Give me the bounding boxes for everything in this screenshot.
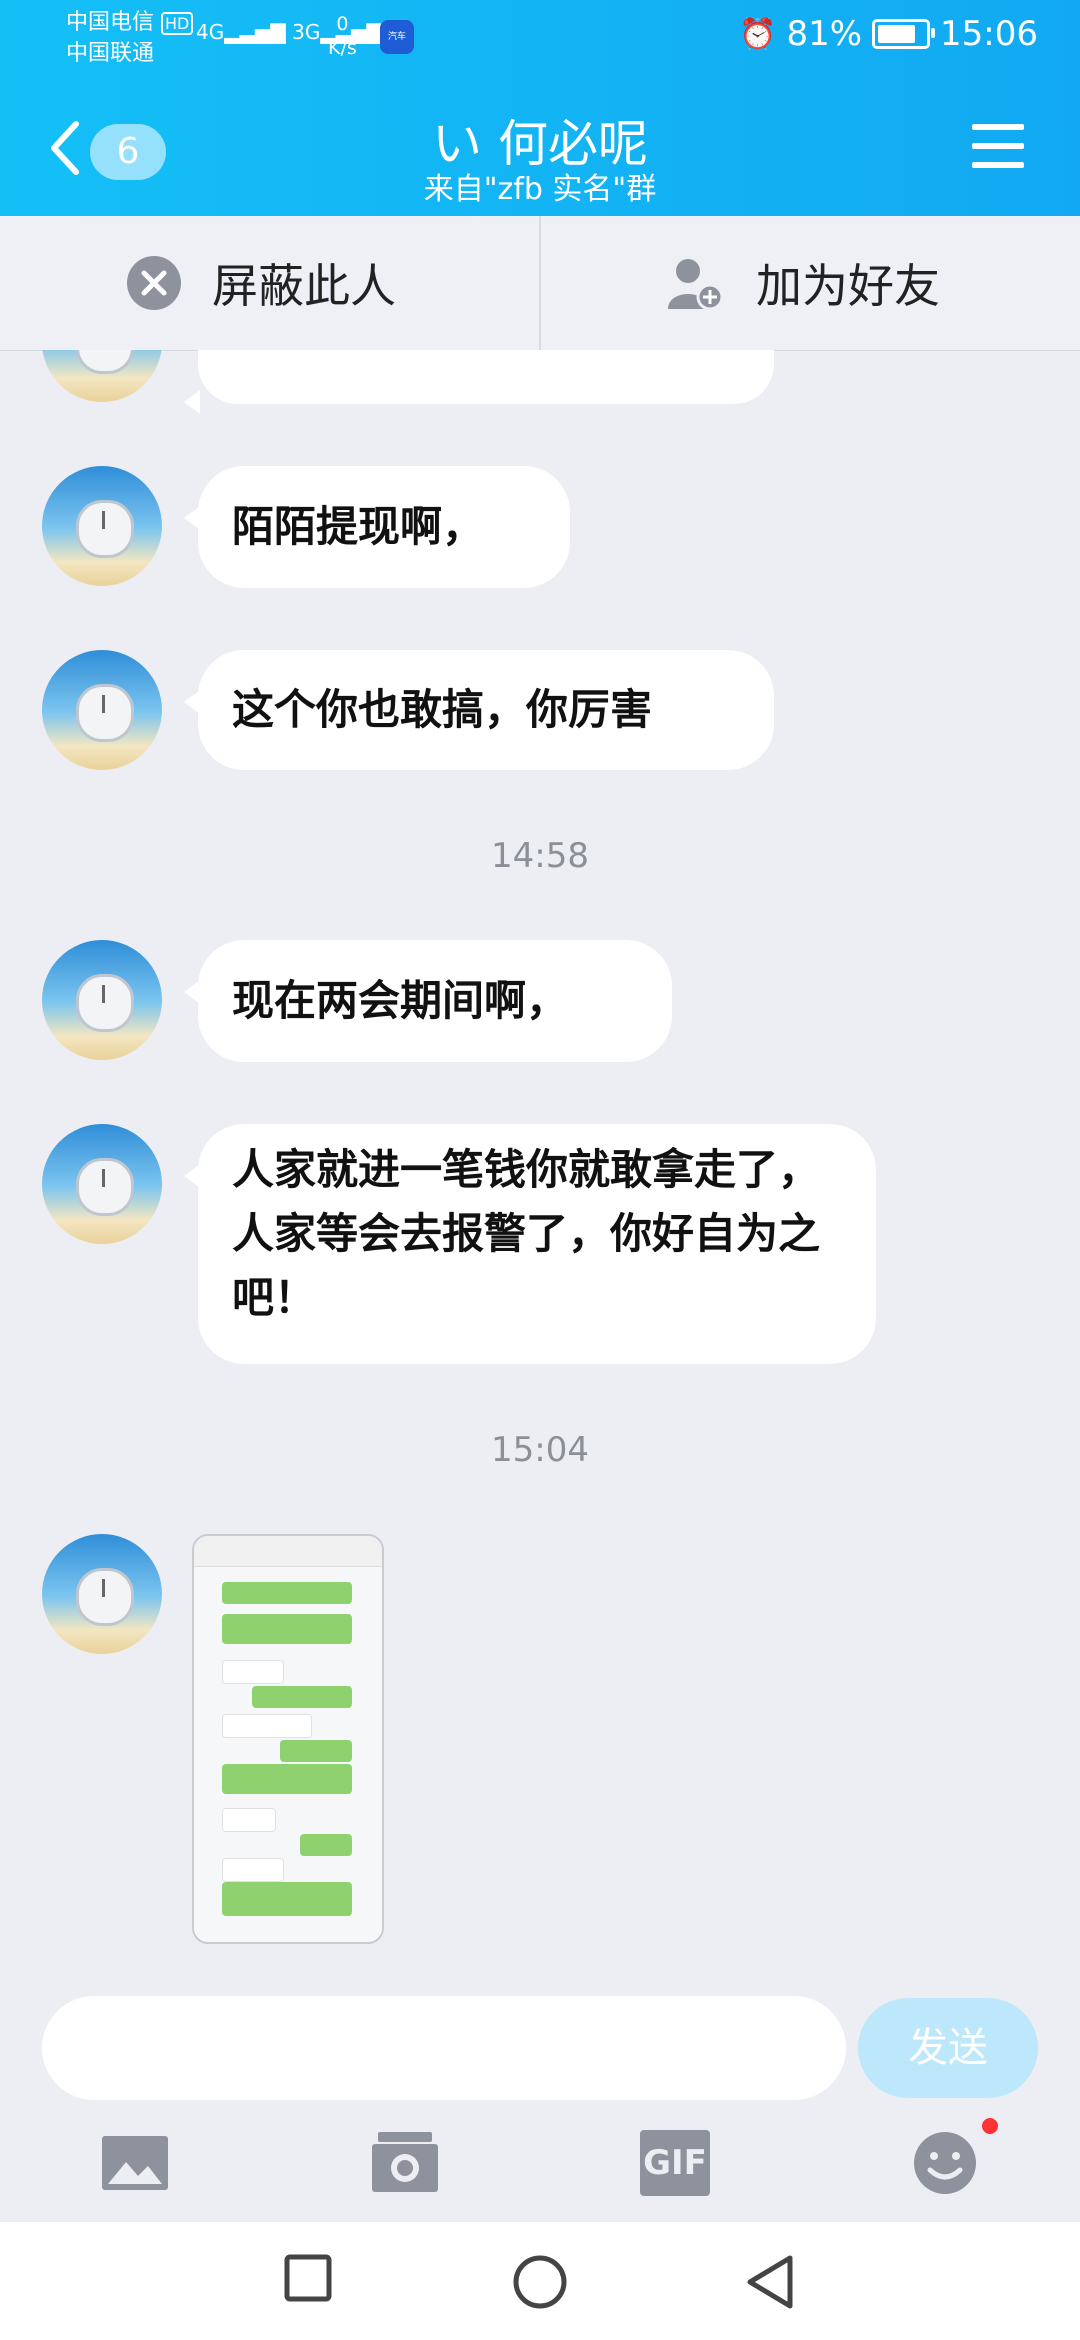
timestamp: 14:58	[491, 836, 589, 876]
home-icon[interactable]	[512, 2254, 568, 2310]
menu-icon[interactable]	[972, 124, 1024, 174]
back-triangle-icon[interactable]	[744, 2254, 796, 2310]
stranger-action-bar: 屏蔽此人 加为好友	[0, 216, 1080, 351]
message-text: 现在两会期间啊，	[232, 976, 569, 1025]
camera-icon[interactable]	[370, 2130, 440, 2196]
action-divider	[539, 216, 541, 350]
gif-label: GIF	[643, 2143, 707, 2183]
net-label-1: 4G	[196, 20, 225, 44]
battery-icon	[872, 19, 936, 49]
sender-avatar[interactable]	[42, 650, 162, 770]
alarm-icon: ⏰	[739, 16, 777, 52]
add-friend-button[interactable]: 加为好友	[666, 216, 940, 350]
net-label-2: 3G	[292, 20, 321, 44]
status-bar: 中国电信 HD 中国联通 4G▂▃▅▇ 3G▂▃▅▇ 0 K/s 汽车 ⏰ 81…	[0, 0, 1080, 70]
message-text: 陌陌提现啊，	[232, 502, 485, 551]
message-bubble[interactable]: 现在两会期间啊，	[184, 940, 672, 1062]
message-text: 人家就进一笔钱你就敢拿走了，人家等会去报警了，你好自为之吧！	[232, 1145, 821, 1322]
message-text: 这个你也敢搞，你厉害	[232, 685, 653, 734]
sender-avatar[interactable]	[42, 1534, 162, 1654]
recents-icon[interactable]	[284, 2254, 332, 2302]
chat-header: 中国电信 HD 中国联通 4G▂▃▅▇ 3G▂▃▅▇ 0 K/s 汽车 ⏰ 81…	[0, 0, 1080, 216]
net-speed: 0 K/s	[328, 12, 357, 60]
gif-icon[interactable]: GIF	[640, 2130, 710, 2196]
message-input[interactable]	[42, 1996, 846, 2100]
signal-bars-1-icon: ▂▃▅▇	[224, 20, 286, 44]
notification-dot	[982, 2118, 998, 2134]
hd-badge: HD	[161, 12, 194, 35]
image-message-thumbnail[interactable]	[192, 1534, 384, 1944]
message-bubble[interactable]: 陌陌提现啊，	[184, 466, 570, 588]
speed-value: 0	[336, 13, 349, 35]
image-picker-icon[interactable]	[100, 2130, 170, 2196]
app-notification-icon: 汽车	[380, 20, 414, 54]
message-bubble[interactable]: 人家就进一笔钱你就敢拿走了，人家等会去报警了，你好自为之吧！	[184, 1124, 876, 1364]
add-friend-label: 加为好友	[756, 259, 940, 313]
add-friend-icon	[668, 259, 724, 311]
chat-subtitle: 来自"zfb 实名"群	[423, 172, 657, 207]
speed-unit: K/s	[328, 37, 357, 59]
sender-avatar[interactable]	[42, 1124, 162, 1244]
message-bubble-partial[interactable]	[184, 350, 774, 414]
message-bubble[interactable]: 这个你也敢搞，你厉害	[184, 650, 774, 770]
battery-percent: 81%	[786, 14, 863, 54]
carrier-2: 中国联通	[66, 41, 155, 66]
block-icon	[127, 256, 181, 310]
sender-avatar[interactable]	[42, 466, 162, 586]
status-right: ⏰ 81% 15:06	[739, 14, 1038, 54]
block-user-button[interactable]: 屏蔽此人	[126, 216, 396, 350]
carrier-info: 中国电信 HD 中国联通	[66, 8, 194, 69]
emoji-icon[interactable]	[910, 2130, 980, 2196]
timestamp: 15:04	[491, 1430, 589, 1470]
block-user-label: 屏蔽此人	[212, 259, 396, 313]
battery-fill	[878, 25, 916, 43]
sender-avatar[interactable]	[42, 940, 162, 1060]
clock: 15:06	[940, 14, 1038, 54]
carrier-1: 中国电信	[66, 10, 155, 35]
send-button[interactable]: 发送	[858, 1998, 1038, 2098]
